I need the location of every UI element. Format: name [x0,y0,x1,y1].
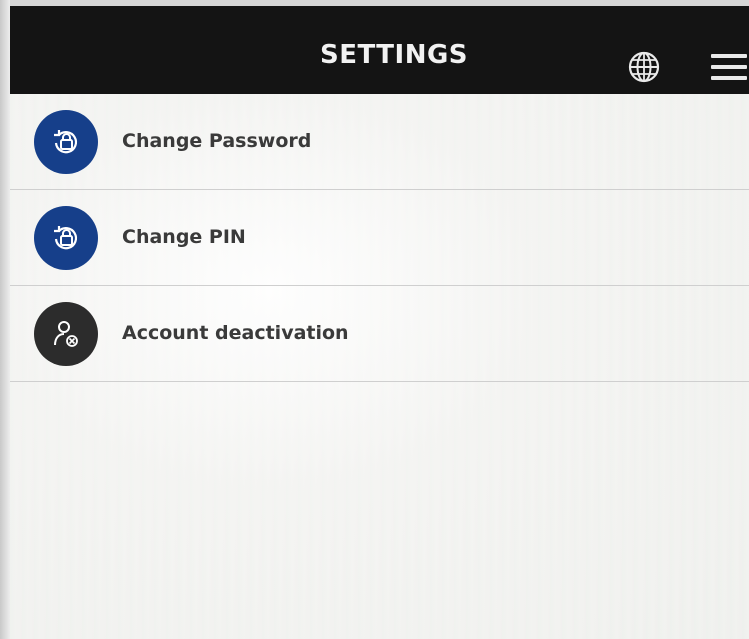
settings-item-account-deactivation[interactable]: Account deactivation [10,286,749,382]
settings-item-label: Change Password [122,130,312,152]
settings-list: Change Password Change PIN Account deact… [10,94,749,382]
lock-refresh-icon [34,110,98,174]
header-bar: SETTINGS [10,6,749,94]
settings-item-change-password[interactable]: Change Password [10,94,749,190]
lock-refresh-icon [34,206,98,270]
globe-icon[interactable] [627,50,661,84]
user-remove-icon [34,302,98,366]
hamburger-menu-icon[interactable] [709,51,749,83]
settings-item-label: Account deactivation [122,322,349,344]
device-frame: SETTINGS Change Password Change PIN Acco… [0,0,749,639]
settings-item-change-pin[interactable]: Change PIN [10,190,749,286]
bezel-left [0,0,10,639]
app-screen: SETTINGS Change Password Change PIN Acco… [10,6,749,639]
settings-item-label: Change PIN [122,226,246,248]
